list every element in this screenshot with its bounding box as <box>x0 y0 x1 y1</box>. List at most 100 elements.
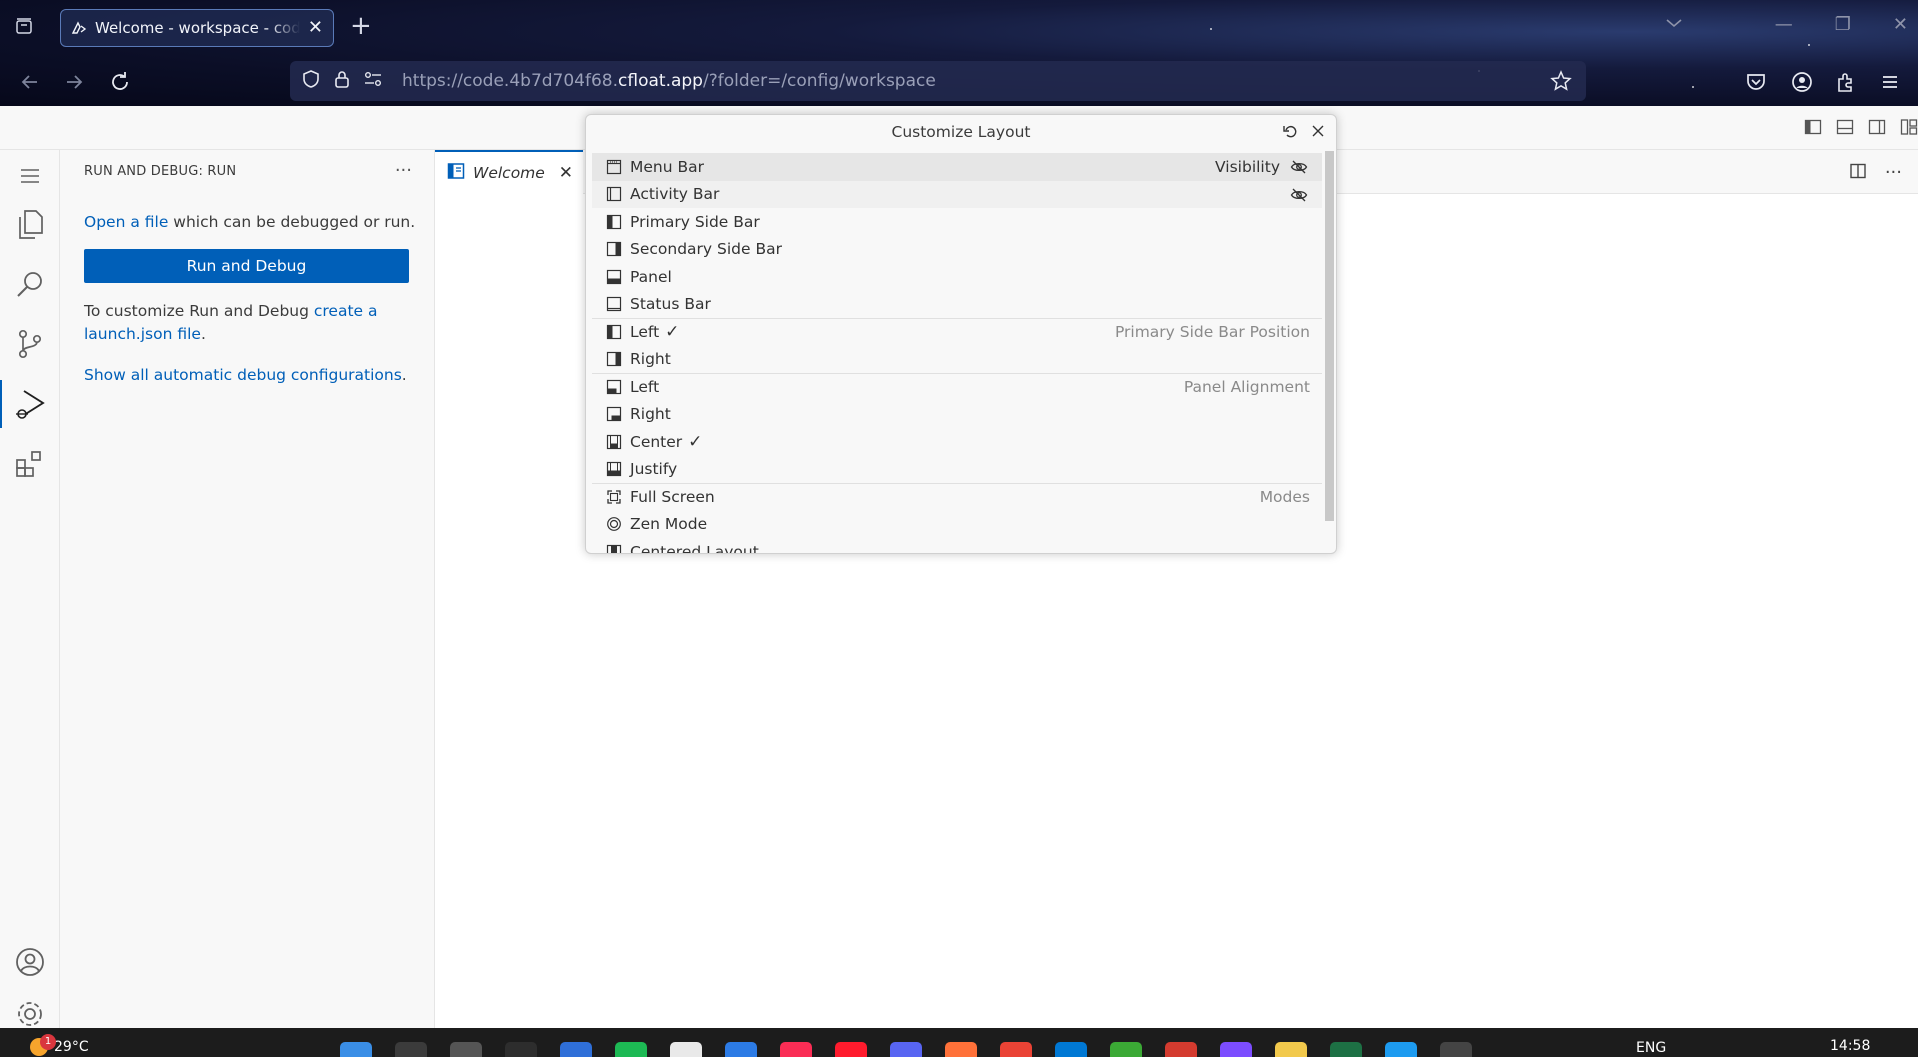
hide-eye-icon[interactable] <box>1290 159 1308 175</box>
layout-option-menu-bar[interactable]: Menu Bar Visibility <box>592 153 1322 181</box>
layout-option-label: Zen Mode <box>630 515 708 534</box>
layout-option-justify[interactable]: Justify <box>592 456 1322 484</box>
app-purple-icon[interactable] <box>1220 1042 1252 1057</box>
taskbar-search-icon[interactable] <box>395 1042 427 1057</box>
weather-badge: 1 <box>40 1034 56 1050</box>
account-icon[interactable] <box>1790 70 1814 94</box>
layout-option-zen-mode[interactable]: Zen Mode <box>592 511 1322 539</box>
clock[interactable]: 14:58 <box>1830 1038 1870 1054</box>
vscode-icon[interactable] <box>1055 1042 1087 1057</box>
extensions-icon[interactable] <box>1834 70 1858 94</box>
url-text[interactable]: https://code.4b7d704f68.cfloat.app/?fold… <box>402 71 936 91</box>
customize-layout-icon[interactable] <box>1900 118 1918 136</box>
toggle-panel-icon[interactable] <box>1836 118 1854 136</box>
close-editor-icon[interactable]: ✕ <box>559 163 573 183</box>
new-tab-icon[interactable]: + <box>350 13 372 39</box>
layout-option-panel[interactable]: Panel <box>592 263 1322 291</box>
close-window-icon[interactable]: ✕ <box>1893 14 1908 35</box>
layout-option-left[interactable]: Left ✓ Primary Side Bar Position <box>592 318 1322 346</box>
close-tab-icon[interactable]: ✕ <box>308 19 323 37</box>
layout-option-right[interactable]: Right <box>592 346 1322 374</box>
accounts-icon[interactable] <box>12 944 48 980</box>
layout-option-status-bar[interactable]: Status Bar <box>592 291 1322 319</box>
language-indicator[interactable]: ENG <box>1636 1040 1666 1056</box>
opera-icon[interactable] <box>835 1042 867 1057</box>
restore-icon[interactable]: ❐ <box>1835 14 1851 35</box>
tab-list-icon[interactable] <box>14 16 34 36</box>
start-icon[interactable] <box>340 1042 372 1057</box>
source-control-icon[interactable] <box>12 326 48 362</box>
layout-option-right[interactable]: Right <box>592 401 1322 429</box>
lock-icon[interactable] <box>334 69 350 93</box>
split-editor-icon[interactable] <box>1849 162 1867 185</box>
quick-pick-scrollbar[interactable] <box>1325 151 1334 521</box>
tab-label: Welcome <box>473 164 545 182</box>
layout-option-left[interactable]: Left Panel Alignment <box>592 373 1322 401</box>
layout-option-full-screen[interactable]: Full Screen Modes <box>592 483 1322 511</box>
app-icon[interactable] <box>670 1042 702 1057</box>
search-icon[interactable] <box>12 266 48 302</box>
store-icon[interactable] <box>560 1042 592 1057</box>
layout-option-center[interactable]: Center ✓ <box>592 428 1322 456</box>
app-active-icon[interactable] <box>1440 1042 1472 1057</box>
widgets-icon[interactable] <box>505 1042 537 1057</box>
discord-icon[interactable] <box>890 1042 922 1057</box>
layout-option-label: Secondary Side Bar <box>630 240 782 259</box>
torrent-icon[interactable] <box>1110 1042 1142 1057</box>
chrome-icon[interactable] <box>1000 1042 1032 1057</box>
weather-widget[interactable]: 1 29°C <box>30 1034 89 1056</box>
app-menu-icon[interactable] <box>1878 70 1902 94</box>
tracking-protection-icon[interactable] <box>302 69 320 93</box>
toggle-primary-sidebar-icon[interactable] <box>1804 118 1822 136</box>
layout-option-primary-side-bar[interactable]: Primary Side Bar <box>592 208 1322 236</box>
checkmark-icon: ✓ <box>665 322 680 343</box>
pocket-icon[interactable] <box>1744 70 1768 94</box>
layout-option-secondary-side-bar[interactable]: Secondary Side Bar <box>592 236 1322 264</box>
explorer-icon[interactable] <box>12 206 48 242</box>
forward-icon[interactable] <box>62 70 86 94</box>
show-all-configurations-link[interactable]: Show all automatic debug configurations <box>84 366 402 384</box>
reload-icon[interactable] <box>108 70 132 94</box>
bookmark-star-icon[interactable] <box>1550 70 1572 96</box>
run-and-debug-icon[interactable] <box>0 380 48 428</box>
url-bar[interactable]: https://code.4b7d704f68.cfloat.app/?fold… <box>290 61 1586 101</box>
file-explorer-icon[interactable] <box>1275 1042 1307 1057</box>
centered-layout-icon <box>606 544 622 553</box>
minimize-icon[interactable]: — <box>1775 14 1793 35</box>
chevron-down-icon[interactable] <box>1664 16 1684 34</box>
sidebar-right-icon <box>606 351 622 367</box>
firefox-icon[interactable] <box>945 1042 977 1057</box>
mail-icon[interactable] <box>725 1042 757 1057</box>
layout-option-label: Menu Bar <box>630 157 704 176</box>
extensions-icon[interactable] <box>12 446 48 482</box>
menu-bar-icon <box>606 159 622 175</box>
layout-option-label: Right <box>630 350 671 369</box>
sidebar-title: RUN AND DEBUG: RUN <box>84 164 237 179</box>
layout-option-activity-bar[interactable]: Activity Bar <box>592 180 1322 208</box>
layout-option-label: Primary Side Bar <box>630 212 760 231</box>
twitter-icon[interactable] <box>1385 1042 1417 1057</box>
back-icon[interactable] <box>18 70 42 94</box>
excel-icon[interactable] <box>1330 1042 1362 1057</box>
menu-icon[interactable] <box>12 158 48 194</box>
layout-group-label: Visibility <box>1215 157 1280 176</box>
app-red-icon[interactable] <box>1165 1042 1197 1057</box>
quick-pick-actions <box>1282 123 1326 143</box>
layout-option-centered-layout[interactable]: Centered Layout <box>592 538 1322 553</box>
hide-eye-icon[interactable] <box>1290 187 1308 203</box>
site-permissions-icon[interactable] <box>364 71 382 91</box>
run-and-debug-button[interactable]: Run and Debug <box>84 249 409 283</box>
more-editor-actions-icon[interactable]: ··· <box>1885 162 1902 185</box>
more-actions-icon[interactable]: ··· <box>395 160 412 181</box>
layout-option-label: Status Bar <box>630 295 711 314</box>
music-icon[interactable] <box>780 1042 812 1057</box>
spotify-icon[interactable] <box>615 1042 647 1057</box>
close-quick-pick-icon[interactable] <box>1310 123 1326 143</box>
task-view-icon[interactable] <box>450 1042 482 1057</box>
tab-welcome[interactable]: Welcome ✕ <box>435 150 583 194</box>
toggle-secondary-sidebar-icon[interactable] <box>1868 118 1886 136</box>
reset-layout-icon[interactable] <box>1282 123 1298 143</box>
browser-tab-welcome[interactable]: Welcome - workspace - code-server ✕ <box>60 9 334 47</box>
manage-gear-icon[interactable] <box>12 996 48 1032</box>
open-file-link[interactable]: Open a file <box>84 213 168 231</box>
